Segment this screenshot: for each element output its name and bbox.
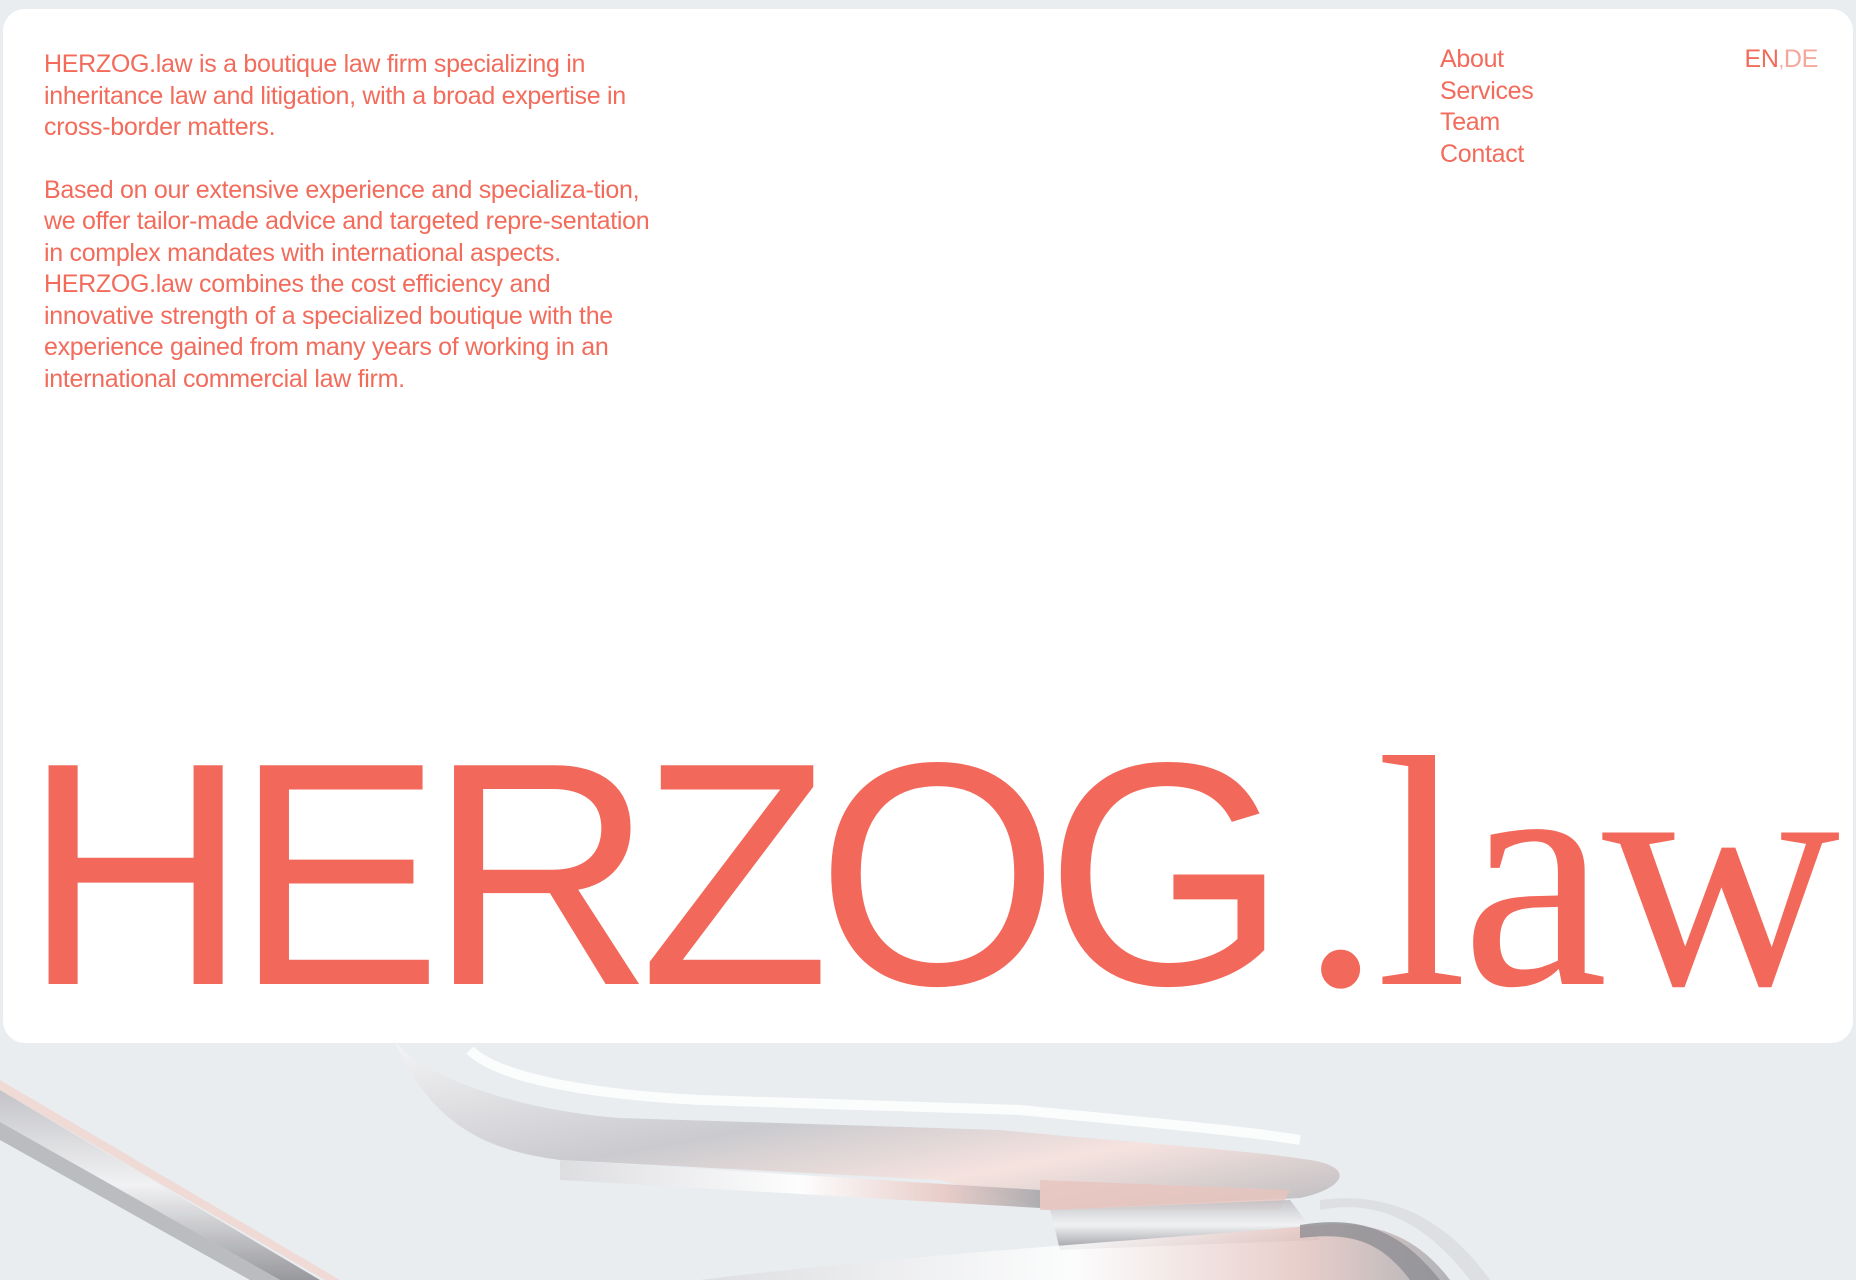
intro-text: HERZOG.law is a boutique law firm specia… bbox=[44, 49, 664, 426]
nav-item-about[interactable]: About bbox=[1440, 44, 1533, 76]
wordmark-primary: HERZOG bbox=[23, 697, 1288, 1043]
main-nav: About Services Team Contact bbox=[1440, 44, 1534, 171]
nav-item-contact[interactable]: Contact bbox=[1440, 139, 1533, 171]
intro-paragraph-1: HERZOG.law is a boutique law firm specia… bbox=[44, 50, 626, 141]
glass-sculpture-image bbox=[0, 1042, 1490, 1280]
nav-item-services[interactable]: Services bbox=[1440, 76, 1534, 108]
hero-card: HERZOG.law is a boutique law firm specia… bbox=[3, 9, 1853, 1043]
language-de-link[interactable]: DE bbox=[1784, 45, 1818, 73]
language-en-link[interactable]: EN bbox=[1744, 45, 1778, 73]
sculpture-main-loop bbox=[395, 1042, 1340, 1250]
nav-item-team[interactable]: Team bbox=[1440, 107, 1533, 139]
intro-paragraph-2: Based on our extensive experience and sp… bbox=[44, 175, 650, 393]
wordmark-secondary: .law bbox=[1299, 691, 1840, 1043]
sculpture-left-rod bbox=[0, 1080, 340, 1280]
language-switcher: EN,DE bbox=[1744, 44, 1818, 78]
brand-wordmark: HERZOG.law bbox=[23, 709, 1840, 1039]
